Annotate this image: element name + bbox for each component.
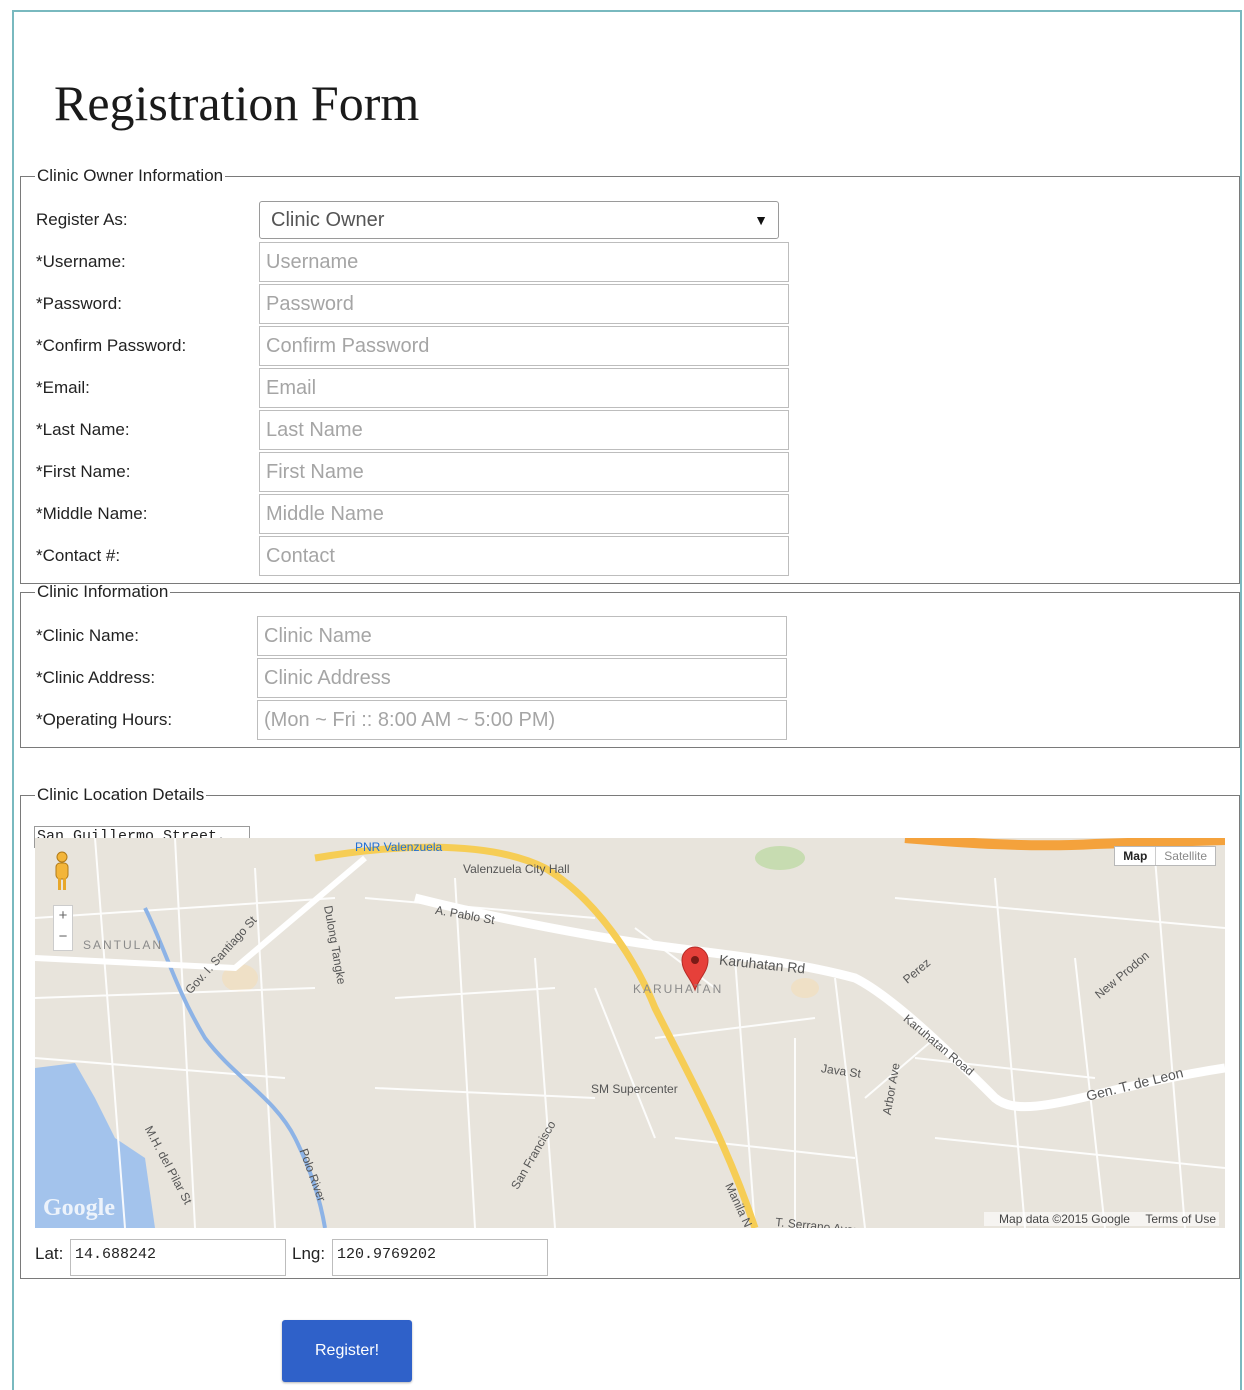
- map-type-satellite-button[interactable]: Satellite: [1156, 847, 1215, 865]
- operating-hours-input[interactable]: [257, 700, 787, 740]
- lat-label: Lat:: [35, 1244, 64, 1263]
- clinic-location-legend: Clinic Location Details: [37, 785, 205, 804]
- clinic-name-input[interactable]: [257, 616, 787, 656]
- confirm-password-input[interactable]: [259, 326, 789, 366]
- email-label: *Email:: [36, 378, 90, 397]
- clinic-address-label: *Clinic Address:: [36, 668, 156, 687]
- zoom-control: + −: [53, 905, 73, 951]
- first-name-label: *First Name:: [36, 462, 131, 481]
- password-input[interactable]: [259, 284, 789, 324]
- map-label: SANTULAN: [83, 938, 164, 952]
- terms-of-use-link[interactable]: Terms of Use: [1145, 1212, 1216, 1226]
- middle-name-label: *Middle Name:: [36, 504, 148, 523]
- map-canvas: [35, 838, 1225, 1228]
- clinic-owner-fieldset: Clinic Owner Information Register As: Cl…: [20, 166, 1240, 584]
- password-label: *Password:: [36, 294, 122, 313]
- email-input[interactable]: [259, 368, 789, 408]
- clinic-info-fieldset: Clinic Information *Clinic Name: *Clinic…: [20, 582, 1240, 748]
- google-logo: Google: [43, 1195, 115, 1221]
- lng-input[interactable]: 120.9769202: [332, 1239, 548, 1276]
- clinic-address-input[interactable]: [257, 658, 787, 698]
- map-label: Valenzuela City Hall: [463, 862, 570, 876]
- map-attribution: Map data ©2015 Google Terms of Use: [984, 1212, 1219, 1226]
- map-label: KARUHATAN: [633, 982, 724, 996]
- contact-input[interactable]: [259, 536, 789, 576]
- clinic-name-label: *Clinic Name:: [36, 626, 139, 645]
- map-type-control: Map Satellite: [1114, 846, 1216, 866]
- last-name-input[interactable]: [259, 410, 789, 450]
- clinic-owner-legend: Clinic Owner Information: [37, 166, 224, 185]
- confirm-password-label: *Confirm Password:: [36, 336, 187, 355]
- dropdown-arrow-icon: ▼: [754, 212, 768, 228]
- lat-input[interactable]: 14.688242: [70, 1239, 286, 1276]
- register-as-value: Clinic Owner: [271, 209, 385, 231]
- zoom-out-icon[interactable]: −: [54, 927, 72, 948]
- username-input[interactable]: [259, 242, 789, 282]
- register-button[interactable]: Register!: [282, 1320, 412, 1382]
- operating-hours-label: *Operating Hours:: [36, 710, 173, 729]
- register-as-select[interactable]: Clinic Owner ▼: [259, 201, 779, 239]
- lng-label: Lng:: [292, 1244, 326, 1263]
- map-label: PNR Valenzuela: [355, 840, 443, 854]
- clinic-info-legend: Clinic Information: [37, 582, 169, 601]
- street-view-pegman-icon[interactable]: [51, 850, 73, 892]
- register-as-label: Register As:: [36, 210, 128, 229]
- contact-label: *Contact #:: [36, 546, 121, 565]
- map-label: SM Supercenter: [591, 1082, 678, 1096]
- last-name-label: *Last Name:: [36, 420, 130, 439]
- map-data-text: Map data ©2015 Google: [999, 1212, 1130, 1226]
- map-type-map-button[interactable]: Map: [1115, 847, 1157, 865]
- first-name-input[interactable]: [259, 452, 789, 492]
- middle-name-input[interactable]: [259, 494, 789, 534]
- zoom-in-icon[interactable]: +: [54, 906, 72, 927]
- username-label: *Username:: [36, 252, 126, 271]
- page-title: Registration Form: [54, 75, 420, 131]
- location-map[interactable]: PNR Valenzuela Valenzuela City Hall A. P…: [35, 838, 1225, 1228]
- page-container: Registration Form Clinic Owner Informati…: [12, 10, 1242, 1390]
